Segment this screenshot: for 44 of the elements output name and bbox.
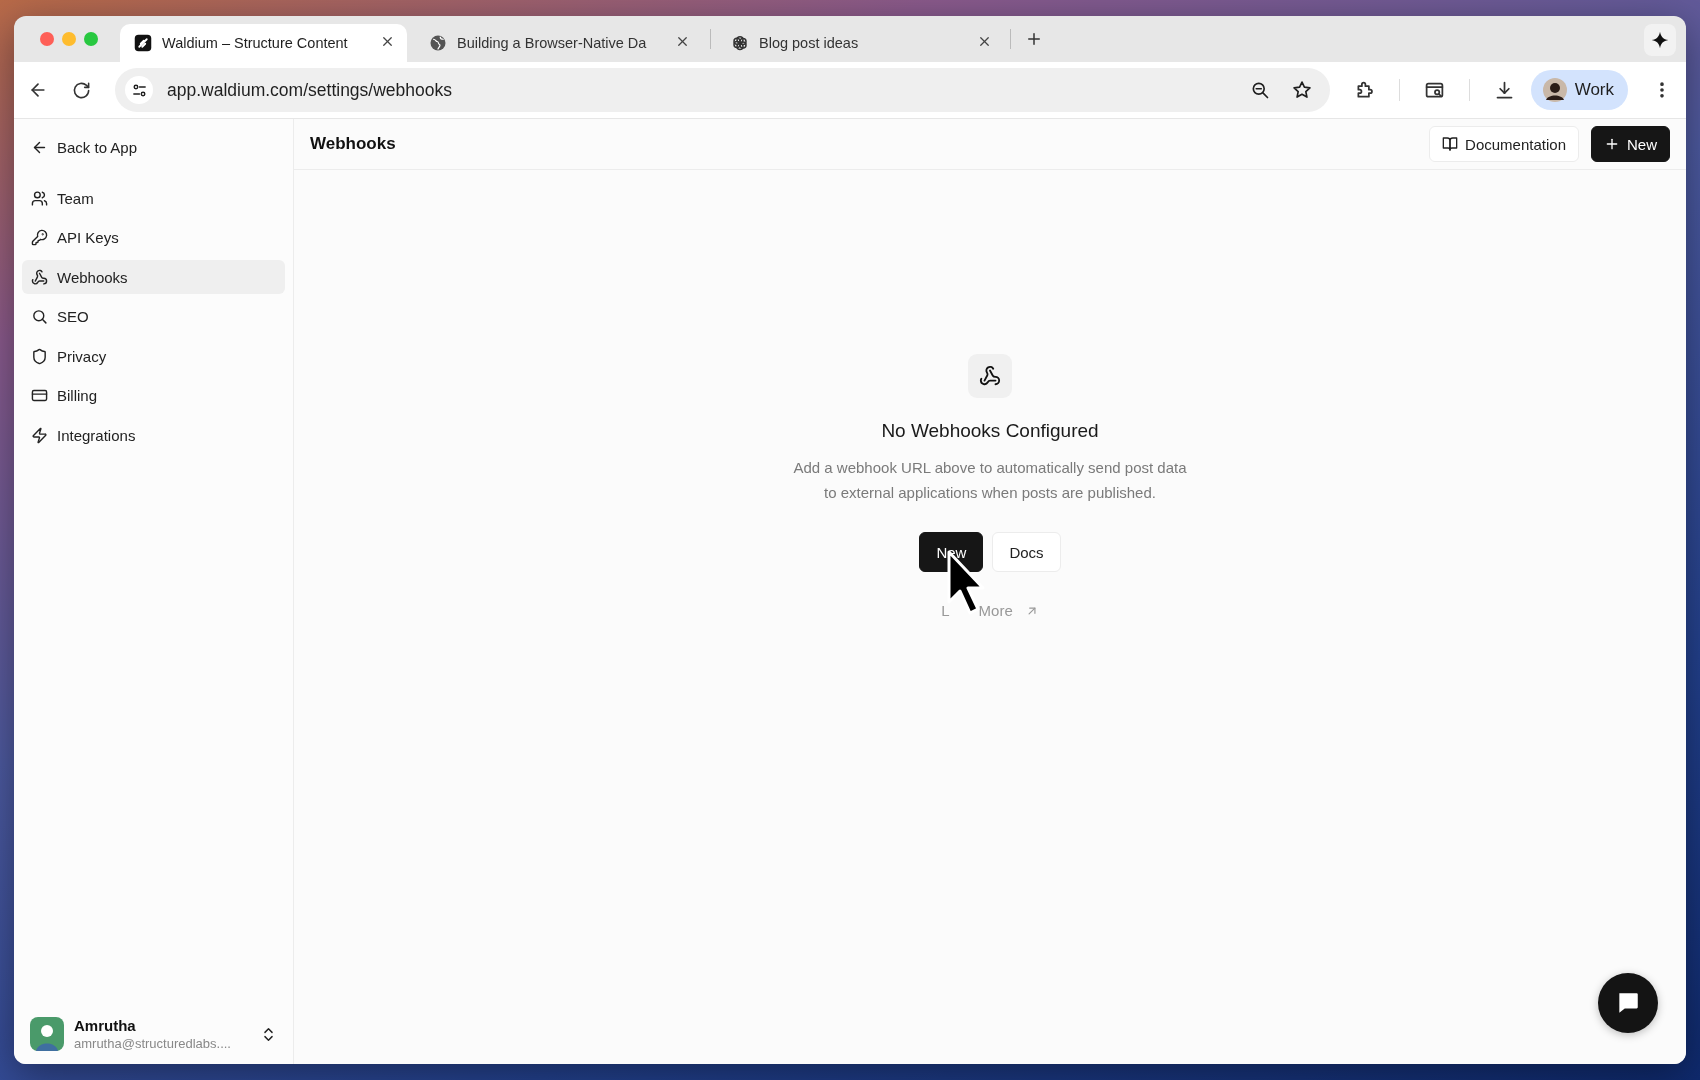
page-title: Webhooks	[310, 134, 397, 154]
sidebar-item[interactable]: Integrations	[22, 418, 285, 452]
user-avatar-icon	[30, 1017, 64, 1051]
swirl-icon	[731, 34, 749, 52]
credit-card-icon	[31, 387, 48, 404]
lightning-icon	[31, 426, 48, 444]
browser-tab[interactable]: Building a Browser-Native Da	[415, 24, 702, 62]
plus-icon	[1604, 136, 1620, 152]
sidebar-item[interactable]: API Keys	[22, 220, 285, 255]
webhook-icon	[979, 365, 1001, 387]
sidebar-item[interactable]: Team	[22, 181, 285, 215]
new-button[interactable]: New	[1591, 126, 1670, 162]
sparkle-icon[interactable]	[1650, 30, 1670, 50]
sidebar-item[interactable]: Webhooks	[22, 260, 285, 294]
secondary-button[interactable]: Docs	[992, 532, 1061, 572]
empty-state-description: Add a webhook URL above to automatically send post data to external applications when posts are published.	[792, 458, 1188, 503]
reload-icon[interactable]	[72, 80, 91, 100]
browser-tab[interactable]: Blog post ideas	[717, 24, 1004, 62]
bookmark-star-icon[interactable]	[1291, 80, 1312, 100]
close-icon[interactable]	[675, 34, 690, 49]
avatar-icon	[1542, 78, 1567, 102]
sidebar-item[interactable]: SEO	[22, 299, 285, 334]
secondary-button[interactable]: Documentation	[1429, 126, 1579, 162]
user-name: Amrutha	[74, 1017, 137, 1034]
close-icon[interactable]	[380, 34, 395, 49]
profile-button[interactable]: Work	[1530, 70, 1628, 110]
webhook-icon	[31, 268, 48, 286]
new-tab-icon[interactable]	[1025, 30, 1043, 48]
key-icon	[31, 229, 48, 246]
user-email: amrutha@structuredlabs....	[74, 1036, 232, 1051]
users-icon	[31, 189, 48, 207]
shield-icon	[31, 347, 48, 365]
browser-tab[interactable]: Waldium – Structure Content	[120, 24, 407, 62]
app-logo-icon	[134, 34, 152, 52]
address-bar[interactable]: app.waldium.com/settings/webhooks	[115, 68, 1330, 112]
empty-state-title: No Webhooks Configured	[881, 420, 1099, 442]
sidebar-item[interactable]: Billing	[22, 378, 285, 413]
book-icon	[1442, 136, 1459, 152]
close-icon[interactable]	[977, 34, 992, 49]
globe-icon	[429, 34, 447, 52]
search-icon	[31, 308, 48, 325]
sidebar-item[interactable]: Privacy	[22, 339, 285, 373]
chat-button[interactable]	[1598, 973, 1658, 1033]
back-to-app-link[interactable]: Back to App	[22, 129, 285, 165]
